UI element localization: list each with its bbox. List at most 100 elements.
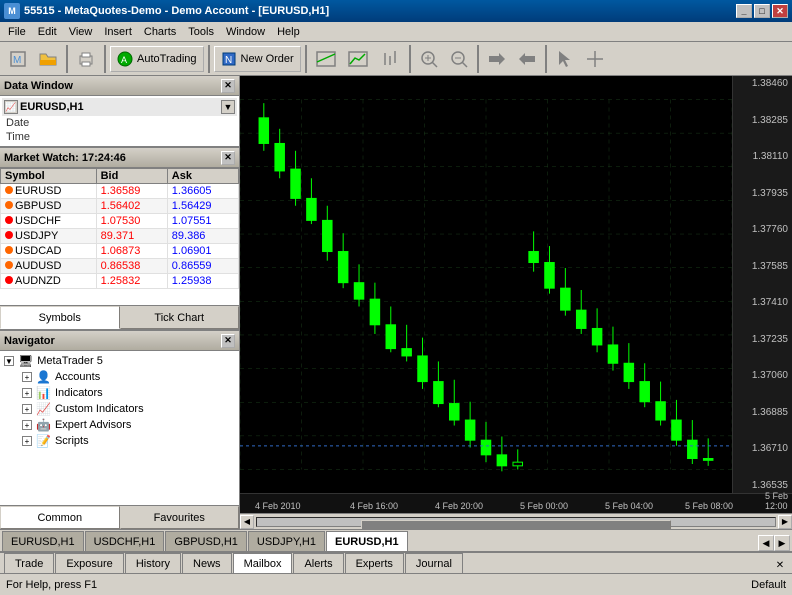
price-label-6: 1.37410 bbox=[733, 297, 792, 308]
close-button[interactable]: ✕ bbox=[772, 4, 788, 18]
tab-symbols[interactable]: Symbols bbox=[0, 306, 120, 329]
chart-tab-scroll-left[interactable]: ◀ bbox=[758, 535, 774, 551]
menu-insert[interactable]: Insert bbox=[98, 24, 138, 40]
print-button[interactable] bbox=[72, 45, 100, 73]
chart-tab-1[interactable]: USDCHF,H1 bbox=[85, 531, 165, 551]
menu-help[interactable]: Help bbox=[271, 24, 306, 40]
svg-text:A: A bbox=[121, 55, 127, 65]
bottom-tab-experts[interactable]: Experts bbox=[345, 553, 404, 573]
menu-window[interactable]: Window bbox=[220, 24, 271, 40]
chart-tab-4[interactable]: EURUSD,H1 bbox=[326, 531, 408, 551]
bottom-tab-history[interactable]: History bbox=[125, 553, 181, 573]
price-chart bbox=[240, 76, 732, 493]
price-label-7: 1.37235 bbox=[733, 334, 792, 345]
col-ask: Ask bbox=[167, 169, 238, 184]
svg-text:M: M bbox=[13, 55, 21, 66]
scroll-left-button[interactable] bbox=[483, 45, 511, 73]
status-left: For Help, press F1 bbox=[6, 579, 97, 591]
crosshair-button[interactable] bbox=[581, 45, 609, 73]
nav-icon: 📊 bbox=[36, 386, 51, 400]
market-watch-row[interactable]: USDCAD 1.06873 1.06901 bbox=[1, 244, 239, 259]
scrollbar-thumb[interactable] bbox=[361, 520, 672, 530]
new-order-button[interactable]: N New Order bbox=[214, 46, 301, 72]
menu-edit[interactable]: Edit bbox=[32, 24, 63, 40]
cursor-button[interactable] bbox=[551, 45, 579, 73]
market-watch-row[interactable]: USDCHF 1.07530 1.07551 bbox=[1, 214, 239, 229]
scroll-right-arrow[interactable]: ▶ bbox=[778, 515, 792, 529]
nav-expand-icon[interactable]: + bbox=[22, 436, 32, 446]
zoom-in-button[interactable] bbox=[415, 45, 443, 73]
scroll-left-arrow[interactable]: ◀ bbox=[240, 515, 254, 529]
nav-item-label: Custom Indicators bbox=[55, 403, 144, 415]
autotrading-button[interactable]: A AutoTrading bbox=[110, 46, 204, 72]
nav-expand-icon[interactable]: + bbox=[22, 388, 32, 398]
nav-item-accounts[interactable]: + 👤 Accounts bbox=[2, 369, 237, 385]
market-watch-row[interactable]: EURUSD 1.36589 1.36605 bbox=[1, 184, 239, 199]
zoom-out-button[interactable] bbox=[445, 45, 473, 73]
navigator-close[interactable]: ✕ bbox=[221, 334, 235, 348]
new-chart-button[interactable]: M bbox=[4, 45, 32, 73]
nav-icon: 🖥 bbox=[18, 354, 33, 368]
bar-chart-button[interactable] bbox=[375, 45, 405, 73]
bottom-tab-trade[interactable]: Trade bbox=[4, 553, 54, 573]
chart-tab-3[interactable]: USDJPY,H1 bbox=[248, 531, 325, 551]
minimize-button[interactable]: _ bbox=[736, 4, 752, 18]
dw-time-row: Time bbox=[2, 130, 237, 144]
scroll-right-button[interactable] bbox=[513, 45, 541, 73]
chart-area[interactable]: 1.384601.382851.381101.379351.377601.375… bbox=[240, 76, 792, 529]
nav-tab-favourites[interactable]: Favourites bbox=[120, 506, 240, 529]
chart-tabs-bar: EURUSD,H1USDCHF,H1GBPUSD,H1USDJPY,H1EURU… bbox=[0, 529, 792, 551]
nav-item-custom-indicators[interactable]: + 📈 Custom Indicators bbox=[2, 401, 237, 417]
maximize-button[interactable]: □ bbox=[754, 4, 770, 18]
line-chart-button[interactable] bbox=[343, 45, 373, 73]
nav-item-metatrader-5[interactable]: ▼ 🖥 MetaTrader 5 bbox=[2, 353, 237, 369]
nav-expand-icon[interactable]: ▼ bbox=[4, 356, 14, 366]
open-button[interactable] bbox=[34, 45, 62, 73]
nav-expand-icon[interactable]: + bbox=[22, 404, 32, 414]
nav-tab-common[interactable]: Common bbox=[0, 506, 120, 529]
bottom-tab-journal[interactable]: Journal bbox=[405, 553, 463, 573]
time-label: 4 Feb 2010 bbox=[255, 501, 301, 511]
time-label: 5 Feb 00:00 bbox=[520, 501, 568, 511]
nav-icon: 🤖 bbox=[36, 418, 51, 432]
scrollbar-track[interactable] bbox=[256, 517, 776, 527]
data-window-close[interactable]: ✕ bbox=[221, 79, 235, 93]
chart-tab-2[interactable]: GBPUSD,H1 bbox=[165, 531, 247, 551]
bottom-tab-exposure[interactable]: Exposure bbox=[55, 553, 123, 573]
market-watch-row[interactable]: AUDUSD 0.86538 0.86559 bbox=[1, 259, 239, 274]
nav-item-label: Scripts bbox=[55, 435, 89, 447]
zoom-in-chart-button[interactable] bbox=[311, 45, 341, 73]
new-order-label: New Order bbox=[241, 53, 294, 65]
time-label: 4 Feb 16:00 bbox=[350, 501, 398, 511]
dw-dropdown[interactable]: ▼ bbox=[221, 100, 235, 114]
nav-expand-icon[interactable]: + bbox=[22, 420, 32, 430]
chart-scrollbar[interactable]: ◀ ▶ bbox=[240, 513, 792, 529]
bottom-tab-news[interactable]: News bbox=[182, 553, 232, 573]
bottom-tab-alerts[interactable]: Alerts bbox=[293, 553, 343, 573]
menu-bar: File Edit View Insert Charts Tools Windo… bbox=[0, 22, 792, 42]
market-watch-row[interactable]: GBPUSD 1.56402 1.56429 bbox=[1, 199, 239, 214]
price-label-4: 1.37760 bbox=[733, 224, 792, 235]
nav-icon: 👤 bbox=[36, 370, 51, 384]
tab-tick-chart[interactable]: Tick Chart bbox=[120, 306, 240, 329]
bottom-tab-mailbox[interactable]: Mailbox bbox=[233, 553, 293, 573]
menu-view[interactable]: View bbox=[63, 24, 99, 40]
nav-item-label: Accounts bbox=[55, 371, 100, 383]
menu-tools[interactable]: Tools bbox=[182, 24, 220, 40]
market-watch-row[interactable]: USDJPY 89.371 89.386 bbox=[1, 229, 239, 244]
menu-file[interactable]: File bbox=[2, 24, 32, 40]
chart-tab-scroll-right[interactable]: ▶ bbox=[774, 535, 790, 551]
nav-item-scripts[interactable]: + 📝 Scripts bbox=[2, 433, 237, 449]
nav-item-indicators[interactable]: + 📊 Indicators bbox=[2, 385, 237, 401]
market-watch-row[interactable]: AUDNZD 1.25832 1.25938 bbox=[1, 274, 239, 289]
menu-charts[interactable]: Charts bbox=[138, 24, 182, 40]
app-icon: M bbox=[4, 3, 20, 19]
price-label-8: 1.37060 bbox=[733, 370, 792, 381]
chart-tab-0[interactable]: EURUSD,H1 bbox=[2, 531, 84, 551]
bottom-panel-close[interactable]: ✕ bbox=[776, 560, 784, 571]
market-watch-close[interactable]: ✕ bbox=[221, 151, 235, 165]
nav-expand-icon[interactable]: + bbox=[22, 372, 32, 382]
window-title: 55515 - MetaQuotes-Demo - Demo Account -… bbox=[24, 5, 329, 17]
nav-item-expert-advisors[interactable]: + 🤖 Expert Advisors bbox=[2, 417, 237, 433]
navigator-header: Navigator ✕ bbox=[0, 331, 239, 351]
